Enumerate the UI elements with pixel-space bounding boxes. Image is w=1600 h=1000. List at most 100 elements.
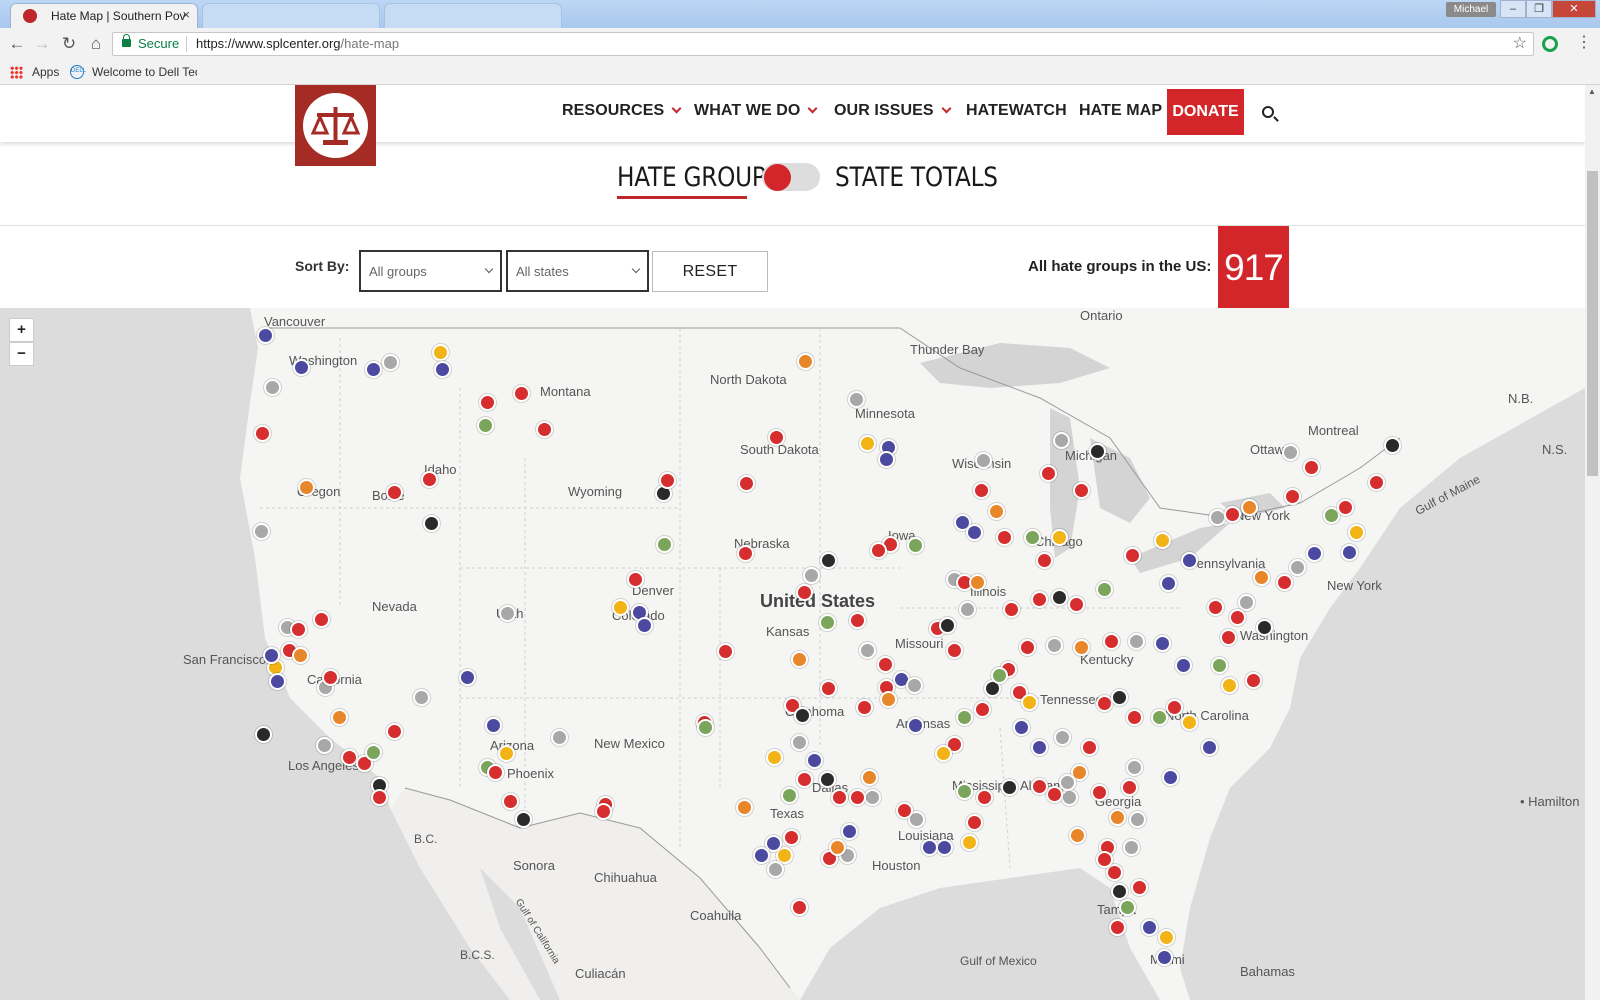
minimize-icon[interactable]: –: [1500, 0, 1526, 18]
hate-group-marker[interactable]: [371, 789, 388, 806]
hate-group-marker[interactable]: [829, 839, 846, 856]
hate-group-marker[interactable]: [896, 802, 913, 819]
hate-group-marker[interactable]: [768, 429, 785, 446]
hate-group-marker[interactable]: [946, 642, 963, 659]
hate-group-marker[interactable]: [1238, 594, 1255, 611]
tab-inactive-2[interactable]: [384, 3, 562, 28]
address-bar[interactable]: Secure https://www.splcenter.org/hate-ma…: [112, 32, 1534, 56]
hate-group-marker[interactable]: [1201, 739, 1218, 756]
restore-icon[interactable]: ❐: [1526, 0, 1552, 18]
hate-group-marker[interactable]: [907, 537, 924, 554]
bookmark-apps[interactable]: Apps: [32, 65, 59, 79]
hate-group-marker[interactable]: [1001, 779, 1018, 796]
hate-group-marker[interactable]: [1289, 559, 1306, 576]
hate-group-marker[interactable]: [1253, 569, 1270, 586]
hate-group-marker[interactable]: [870, 542, 887, 559]
hate-group-marker[interactable]: [1128, 633, 1145, 650]
hate-group-marker[interactable]: [477, 417, 494, 434]
hate-group-marker[interactable]: [1348, 524, 1365, 541]
hate-group-marker[interactable]: [413, 689, 430, 706]
hate-group-marker[interactable]: [1368, 474, 1385, 491]
hate-group-marker[interactable]: [935, 745, 952, 762]
hate-group-marker[interactable]: [1046, 786, 1063, 803]
scroll-thumb[interactable]: [1587, 171, 1598, 476]
hate-group-marker[interactable]: [1337, 499, 1354, 516]
hate-group-marker[interactable]: [1241, 499, 1258, 516]
hate-group-marker[interactable]: [1046, 637, 1063, 654]
hate-group-marker[interactable]: [1341, 544, 1358, 561]
hate-group-marker[interactable]: [1158, 929, 1175, 946]
hate-group-marker[interactable]: [1031, 591, 1048, 608]
hate-group-marker[interactable]: [1123, 839, 1140, 856]
hate-group-marker[interactable]: [738, 475, 755, 492]
hate-group-marker[interactable]: [921, 839, 938, 856]
hate-group-marker[interactable]: [1224, 506, 1241, 523]
hate-group-marker[interactable]: [423, 515, 440, 532]
hate-group-marker[interactable]: [254, 425, 271, 442]
hate-group-marker[interactable]: [907, 717, 924, 734]
nav-resources[interactable]: RESOURCES: [562, 102, 682, 120]
hate-group-marker[interactable]: [1276, 574, 1293, 591]
hate-group-marker[interactable]: [1051, 589, 1068, 606]
hate-group-marker[interactable]: [1284, 488, 1301, 505]
hate-group-marker[interactable]: [991, 667, 1008, 684]
hate-group-marker[interactable]: [1059, 774, 1076, 791]
hate-group-marker[interactable]: [551, 729, 568, 746]
hate-group-marker[interactable]: [1061, 789, 1078, 806]
hate-group-marker[interactable]: [878, 451, 895, 468]
search-icon[interactable]: [1262, 106, 1274, 118]
hate-group-marker[interactable]: [331, 709, 348, 726]
hate-group-marker[interactable]: [1175, 657, 1192, 674]
hate-group-marker[interactable]: [859, 435, 876, 452]
hate-group-marker[interactable]: [612, 599, 629, 616]
tab-inactive-1[interactable]: [202, 3, 380, 28]
profile-badge[interactable]: Michael: [1446, 2, 1496, 17]
hate-group-marker[interactable]: [1121, 779, 1138, 796]
hate-group-marker[interactable]: [783, 829, 800, 846]
hate-group-marker[interactable]: [1036, 552, 1053, 569]
view-toggle[interactable]: [762, 163, 820, 191]
hate-group-marker[interactable]: [966, 524, 983, 541]
hate-group-marker[interactable]: [269, 673, 286, 690]
hate-group-marker[interactable]: [1181, 552, 1198, 569]
reset-button[interactable]: RESET: [652, 251, 768, 292]
hate-group-marker[interactable]: [365, 361, 382, 378]
hate-group-marker[interactable]: [290, 621, 307, 638]
donate-button[interactable]: DONATE: [1167, 89, 1244, 135]
hate-group-marker[interactable]: [1051, 529, 1068, 546]
hate-group-marker[interactable]: [1141, 919, 1158, 936]
hate-group-marker[interactable]: [956, 709, 973, 726]
hate-group-marker[interactable]: [1229, 609, 1246, 626]
hate-group-marker[interactable]: [386, 484, 403, 501]
hate-group-marker[interactable]: [819, 771, 836, 788]
bookmark-star-icon[interactable]: ☆: [1513, 33, 1527, 55]
hate-group-marker[interactable]: [1256, 619, 1273, 636]
hate-group-marker[interactable]: [859, 642, 876, 659]
hate-group-marker[interactable]: [485, 717, 502, 734]
hate-group-marker[interactable]: [1384, 437, 1401, 454]
hate-group-marker[interactable]: [1220, 629, 1237, 646]
hate-group-marker[interactable]: [849, 612, 866, 629]
hate-group-marker[interactable]: [1109, 809, 1126, 826]
hate-group-marker[interactable]: [1103, 633, 1120, 650]
hate-group-marker[interactable]: [1019, 639, 1036, 656]
hate-group-marker[interactable]: [849, 789, 866, 806]
hate-group-marker[interactable]: [292, 647, 309, 664]
hate-group-marker[interactable]: [819, 614, 836, 631]
apps-grid-icon[interactable]: [10, 66, 23, 79]
hate-group-marker[interactable]: [794, 707, 811, 724]
hate-group-marker[interactable]: [1024, 529, 1041, 546]
hate-group-marker[interactable]: [257, 327, 274, 344]
hate-group-marker[interactable]: [936, 839, 953, 856]
hate-group-marker[interactable]: [1306, 545, 1323, 562]
hate-group-marker[interactable]: [796, 771, 813, 788]
hate-group-marker[interactable]: [841, 823, 858, 840]
hate-group-marker[interactable]: [1119, 899, 1136, 916]
hate-group-marker[interactable]: [966, 814, 983, 831]
hate-group-marker[interactable]: [848, 391, 865, 408]
hate-group-marker[interactable]: [313, 611, 330, 628]
tab-hate-map[interactable]: Hate Map | Southern Pov ×: [10, 3, 198, 28]
hate-group-marker[interactable]: [636, 617, 653, 634]
nav-our-issues[interactable]: OUR ISSUES: [834, 102, 952, 120]
hate-group-marker[interactable]: [880, 691, 897, 708]
